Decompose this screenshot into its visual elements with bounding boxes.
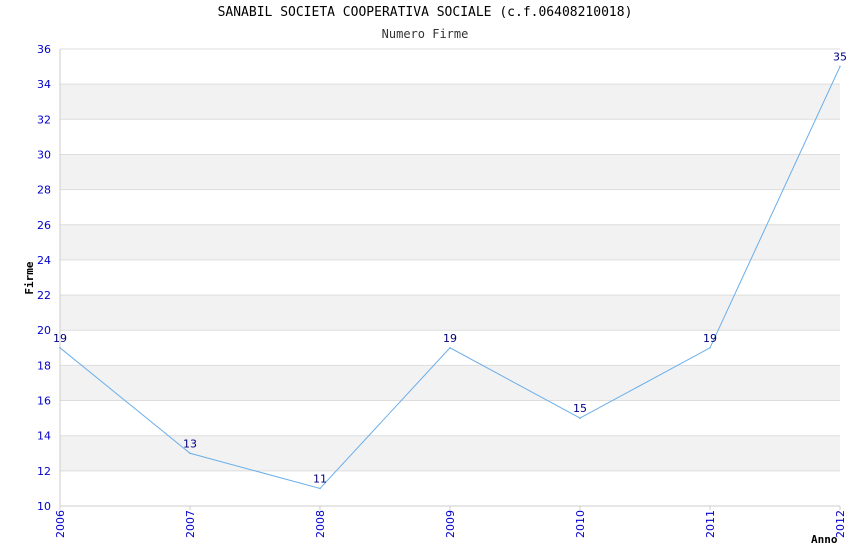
y-tick-label: 18 [37, 359, 51, 372]
y-tick-labels: 10 12 14 16 18 20 22 24 26 28 30 32 34 36 [37, 43, 51, 513]
y-tick-label: 30 [37, 148, 51, 161]
grid-band [60, 435, 840, 471]
x-tick-label: 2006 [54, 510, 67, 538]
y-tick-label: 24 [37, 254, 51, 267]
grid-band [60, 224, 840, 260]
data-point [449, 347, 451, 349]
y-axis-label: Firme [23, 261, 36, 294]
data-label: 11 [313, 472, 327, 485]
data-label: 15 [573, 402, 587, 415]
x-tick-labels: 2006 2007 2008 2009 2010 2011 2012 [54, 510, 847, 538]
series-line [59, 66, 841, 489]
y-tick-label: 16 [37, 395, 51, 408]
y-tick-label: 20 [37, 324, 51, 337]
y-tick-label: 28 [37, 184, 51, 197]
y-tick-label: 10 [37, 500, 51, 513]
y-tick-label: 32 [37, 113, 51, 126]
y-tick-label: 12 [37, 465, 51, 478]
y-tick-label: 22 [37, 289, 51, 302]
line-chart: 10 12 14 16 18 20 22 24 26 28 30 32 34 36 2006 2007 200… [23, 43, 847, 546]
x-tick-label: 2008 [314, 510, 327, 538]
data-label: 13 [183, 437, 197, 450]
data-label: 19 [53, 332, 67, 345]
grid-band [60, 365, 840, 401]
y-tick-label: 14 [37, 430, 51, 443]
data-point [319, 487, 321, 490]
y-tick-label: 36 [37, 43, 51, 56]
data-point [59, 347, 61, 349]
y-tick-label: 26 [37, 219, 51, 232]
data-point [839, 65, 841, 68]
x-tick-label: 2010 [574, 510, 587, 538]
x-tick-label: 2009 [444, 510, 457, 538]
data-label: 19 [703, 332, 717, 345]
series [59, 65, 841, 490]
x-tick-label: 2007 [184, 510, 197, 538]
x-tick-label: 2011 [704, 510, 717, 538]
data-point [579, 417, 581, 419]
data-label: 35 [833, 51, 847, 64]
grid-band [60, 154, 840, 190]
data-point [189, 452, 191, 455]
data-point [709, 347, 711, 349]
grid-band [60, 295, 840, 331]
x-axis-label: Anno [811, 533, 838, 546]
data-label: 19 [443, 332, 457, 345]
y-tick-label: 34 [37, 78, 51, 91]
grid-bands [60, 84, 840, 471]
grid-band [60, 84, 840, 120]
